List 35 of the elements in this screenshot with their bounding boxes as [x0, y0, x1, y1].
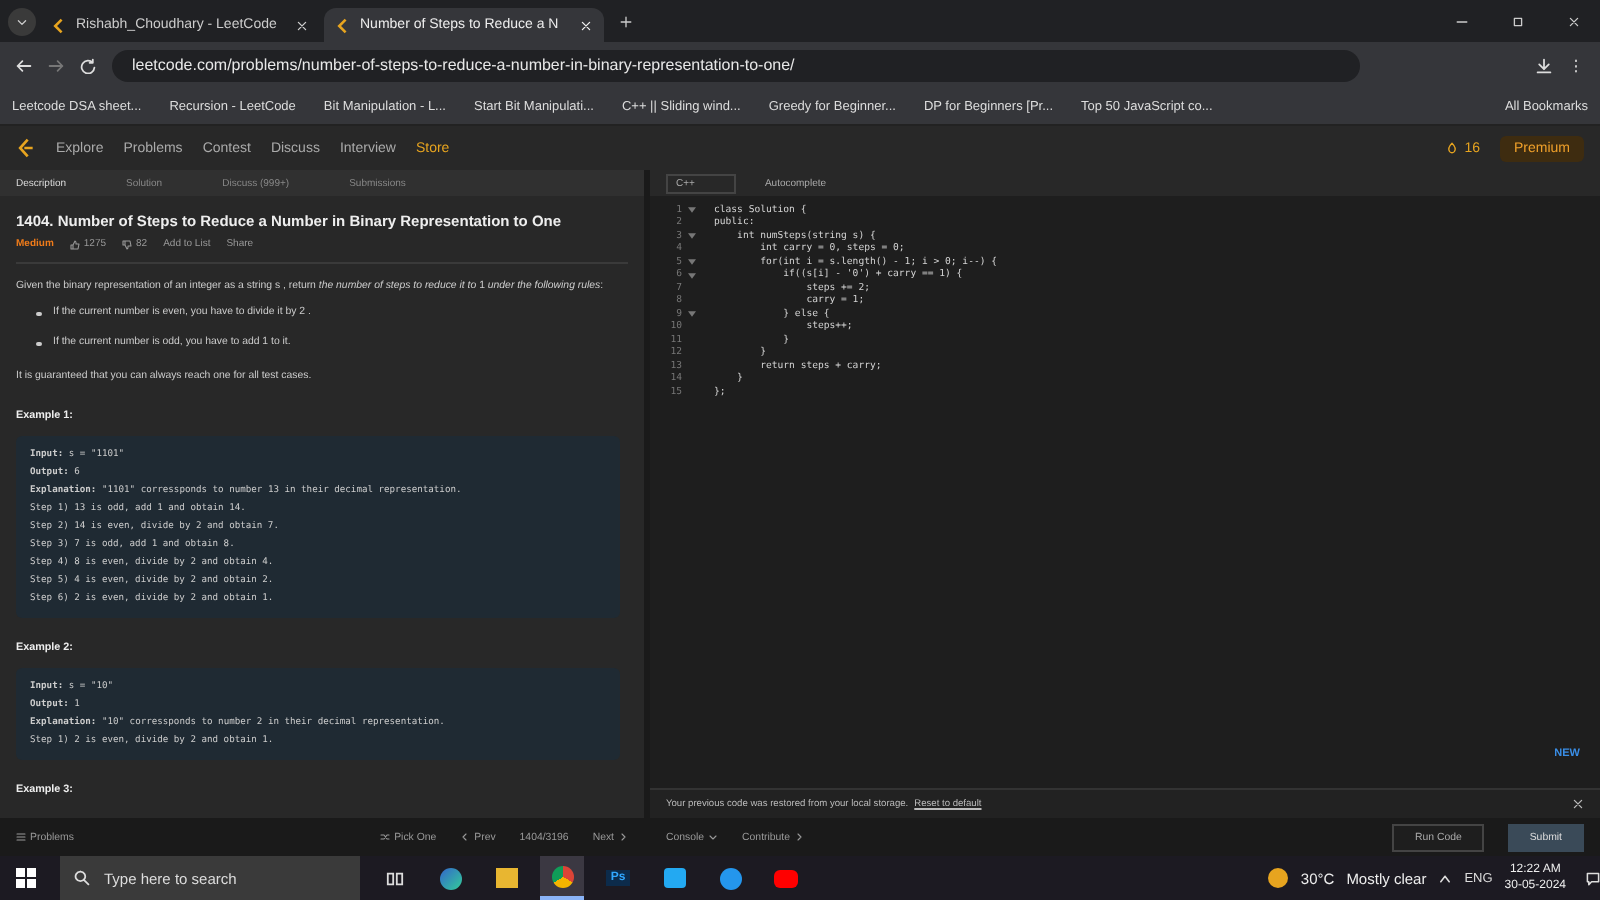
thumbs-down-icon[interactable]: [122, 239, 133, 249]
taskbar-app[interactable]: [540, 856, 584, 900]
thumbs-up-icon[interactable]: [69, 239, 80, 249]
close-icon[interactable]: [1568, 15, 1580, 27]
list-icon[interactable]: [16, 832, 26, 842]
fold-caret-icon[interactable]: [688, 310, 696, 319]
caret-icon[interactable]: [708, 832, 719, 842]
chevron-right-icon[interactable]: [793, 832, 804, 842]
chevron-up-icon[interactable]: [1438, 871, 1453, 885]
windows-logo-icon[interactable]: [16, 868, 36, 888]
logo-icon: [336, 17, 352, 33]
moon-icon: [1268, 868, 1289, 888]
chevron-left-icon[interactable]: [460, 832, 471, 842]
bullet-icon: [36, 311, 41, 317]
minimize-icon[interactable]: [1456, 15, 1468, 27]
fire-icon: [1446, 142, 1459, 154]
fold-caret-icon[interactable]: [688, 232, 696, 241]
download-icon[interactable]: [1536, 57, 1552, 73]
tab-list-icon[interactable]: [16, 15, 28, 27]
new-tab-icon[interactable]: [620, 15, 632, 27]
address-bar[interactable]: leetcode.com/problems/number-of-steps-to-reduce-a-number-in-binary-representation-to-one/: [112, 49, 1360, 81]
forward-icon[interactable]: [48, 57, 64, 73]
bullet-icon: [36, 341, 41, 347]
back-icon[interactable]: [16, 57, 32, 73]
maximize-icon[interactable]: [1512, 15, 1524, 27]
logo-icon: [52, 17, 68, 33]
close-icon[interactable]: [1572, 798, 1584, 810]
logo-icon[interactable]: [16, 138, 36, 158]
chevron-right-icon[interactable]: [618, 832, 628, 842]
fold-caret-icon[interactable]: [688, 206, 696, 215]
close-icon[interactable]: [296, 19, 308, 31]
task-view-icon: [385, 869, 403, 887]
notification-icon[interactable]: [1586, 871, 1600, 885]
shuffle-icon[interactable]: [380, 832, 391, 842]
reload-icon[interactable]: [80, 57, 96, 73]
